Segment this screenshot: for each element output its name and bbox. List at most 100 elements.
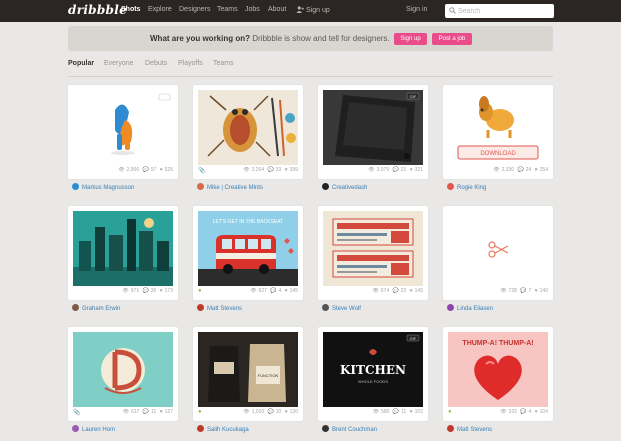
author-name[interactable]: Mike | Creative Mints [207, 185, 263, 191]
shot-author[interactable]: Mike | Creative Mints [197, 183, 263, 191]
heart-icon: ♥ [159, 409, 163, 415]
post-job-button[interactable]: Post a job [432, 33, 472, 45]
tab-playoffs[interactable]: Playoffs [178, 60, 203, 67]
tab-popular[interactable]: Popular [68, 60, 94, 67]
comment-icon: 💬 [142, 167, 149, 173]
attachment-icon[interactable]: 📎 [73, 409, 80, 416]
shot-thumbnail[interactable] [73, 211, 173, 286]
comments-count: 11 [151, 409, 157, 415]
heart-icon: ♥ [284, 409, 288, 415]
shot-card[interactable]: GIF 👁 3,079 💬 21 ♥ 321 [318, 85, 428, 179]
author-name[interactable]: Graham Erwin [82, 306, 120, 312]
shot-author[interactable]: Salih Kucukaga [197, 425, 249, 433]
shot-author[interactable]: Matt Stevens [197, 304, 242, 312]
views-count: 2,906 [126, 167, 140, 173]
heart-icon: ♥ [409, 167, 413, 173]
author-name[interactable]: Salih Kucukaga [207, 427, 249, 433]
rebound-icon[interactable]: ● [198, 288, 202, 294]
nav-signup-label: Sign up [306, 7, 330, 14]
shot-card[interactable]: LET'S GET IN THE BACKSEAT ● 👁 927 💬 4 ♥ 145 [193, 206, 303, 300]
shot-thumbnail[interactable]: DOWNLOAD [448, 90, 548, 165]
shot-thumbnail[interactable]: FUNCTION [198, 332, 298, 407]
avatar [197, 304, 204, 311]
author-name[interactable]: Rogie King [457, 185, 486, 191]
nav-shots[interactable]: Shots [121, 6, 140, 13]
nav-signin[interactable]: Sign in [406, 6, 427, 13]
nav-jobs[interactable]: Jobs [245, 6, 260, 13]
heart-icon: ♥ [534, 167, 538, 173]
shot-author[interactable]: Rogie King [447, 183, 486, 191]
nav-about[interactable]: About [268, 6, 286, 13]
nav-signup[interactable]: Sign up [296, 6, 330, 14]
shot-author[interactable]: Linda Eliasen [447, 304, 493, 312]
shot-thumbnail[interactable] [73, 90, 173, 165]
signup-banner: What are you working on? Dribbble is sho… [68, 26, 553, 51]
author-name[interactable]: Markus Magnusson [82, 185, 134, 191]
shot-card[interactable]: 👁 728 💬 7 ♥ 140 [443, 206, 553, 300]
shot-author[interactable]: Matt Stevens [447, 425, 492, 433]
shot-stats: 👁 674 💬 22 ♥ 145 [370, 288, 423, 294]
heart-icon: ♥ [159, 288, 163, 294]
shot-thumbnail[interactable]: LET'S GET IN THE BACKSEAT [198, 211, 298, 286]
comments-count: 97 [150, 167, 157, 173]
shot-thumbnail[interactable] [198, 90, 298, 165]
shot-thumbnail[interactable] [73, 332, 173, 407]
comment-icon: 💬 [392, 288, 399, 294]
shot-thumbnail[interactable] [448, 211, 548, 286]
shot-thumbnail[interactable]: GIF KITCHEN WHOLE FOODS [323, 332, 423, 407]
shot-thumbnail[interactable]: THUMP-A! THUMP-A! [448, 332, 548, 407]
shot-author[interactable]: Brent Couchman [322, 425, 377, 433]
shot-author[interactable]: Steve Wolf [322, 304, 361, 312]
attachment-icon[interactable]: 📎 [198, 167, 205, 174]
nav-teams[interactable]: Teams [217, 6, 238, 13]
shot-author[interactable]: Markus Magnusson [72, 183, 134, 191]
shot-card[interactable]: FUNCTION ● 👁 1,010 💬 10 ♥ 120 [193, 327, 303, 421]
author-name[interactable]: Matt Stevens [457, 427, 492, 433]
author-name[interactable]: Lauren Hom [82, 427, 115, 433]
views-icon: 👁 [243, 409, 250, 415]
shot-card[interactable]: 👁 2,906 💬 97 ♥ 525 [68, 85, 178, 179]
function-label: FUNCTION [258, 373, 279, 378]
dribbble-logo[interactable]: dribbble [68, 3, 127, 17]
author-name[interactable]: Linda Eliasen [457, 306, 493, 312]
shot-card[interactable]: THUMP-A! THUMP-A! ● 👁 332 💬 4 ♥ 104 [443, 327, 553, 421]
tab-everyone[interactable]: Everyone [104, 60, 134, 67]
tab-debuts[interactable]: Debuts [145, 60, 167, 67]
banner-signup-button[interactable]: Sign up [394, 33, 427, 45]
tab-teams[interactable]: Teams [213, 60, 234, 67]
shot-author[interactable]: Lauren Hom [72, 425, 115, 433]
shot-thumbnail[interactable] [323, 211, 423, 286]
shot-card[interactable]: GIF KITCHEN WHOLE FOODS 👁 580 💬 11 ♥ 102 [318, 327, 428, 421]
author-name[interactable]: Matt Stevens [207, 306, 242, 312]
shot-card[interactable]: DOWNLOAD 👁 2,330 💬 24 ♥ 254 [443, 85, 553, 179]
views-count: 617 [131, 409, 140, 415]
comment-icon: 💬 [142, 288, 149, 294]
views-count: 2,330 [501, 167, 515, 173]
nav-explore[interactable]: Explore [148, 6, 172, 13]
comment-icon: 💬 [520, 409, 527, 415]
shot-author[interactable]: Creativedash [322, 183, 367, 191]
comment-icon: 💬 [517, 167, 524, 173]
likes-count: 173 [164, 288, 173, 294]
views-count: 728 [508, 288, 517, 294]
comments-count: 21 [400, 167, 407, 173]
search-input[interactable] [458, 5, 550, 17]
comment-icon: 💬 [392, 167, 399, 173]
avatar [72, 304, 79, 311]
avatar [322, 183, 329, 190]
nav-designers[interactable]: Designers [179, 6, 211, 13]
shot-author[interactable]: Graham Erwin [72, 304, 120, 312]
author-name[interactable]: Steve Wolf [332, 306, 361, 312]
rebound-icon[interactable]: ● [198, 409, 202, 415]
views-icon: 👁 [368, 167, 375, 173]
shot-thumbnail[interactable]: GIF [323, 90, 423, 165]
author-name[interactable]: Brent Couchman [332, 427, 377, 433]
rebound-icon[interactable]: ● [448, 409, 452, 415]
shot-card[interactable]: 📎 👁 617 💬 11 ♥ 127 [68, 327, 178, 421]
shot-card[interactable]: 👁 971 💬 35 ♥ 173 [68, 206, 178, 300]
shot-card[interactable]: 👁 674 💬 22 ♥ 145 [318, 206, 428, 300]
shot-stats: 👁 971 💬 35 ♥ 173 [120, 288, 173, 294]
author-name[interactable]: Creativedash [332, 185, 367, 191]
shot-card[interactable]: 📎 👁 3,264 💬 33 ♥ 399 [193, 85, 303, 179]
comments-count: 33 [275, 167, 282, 173]
